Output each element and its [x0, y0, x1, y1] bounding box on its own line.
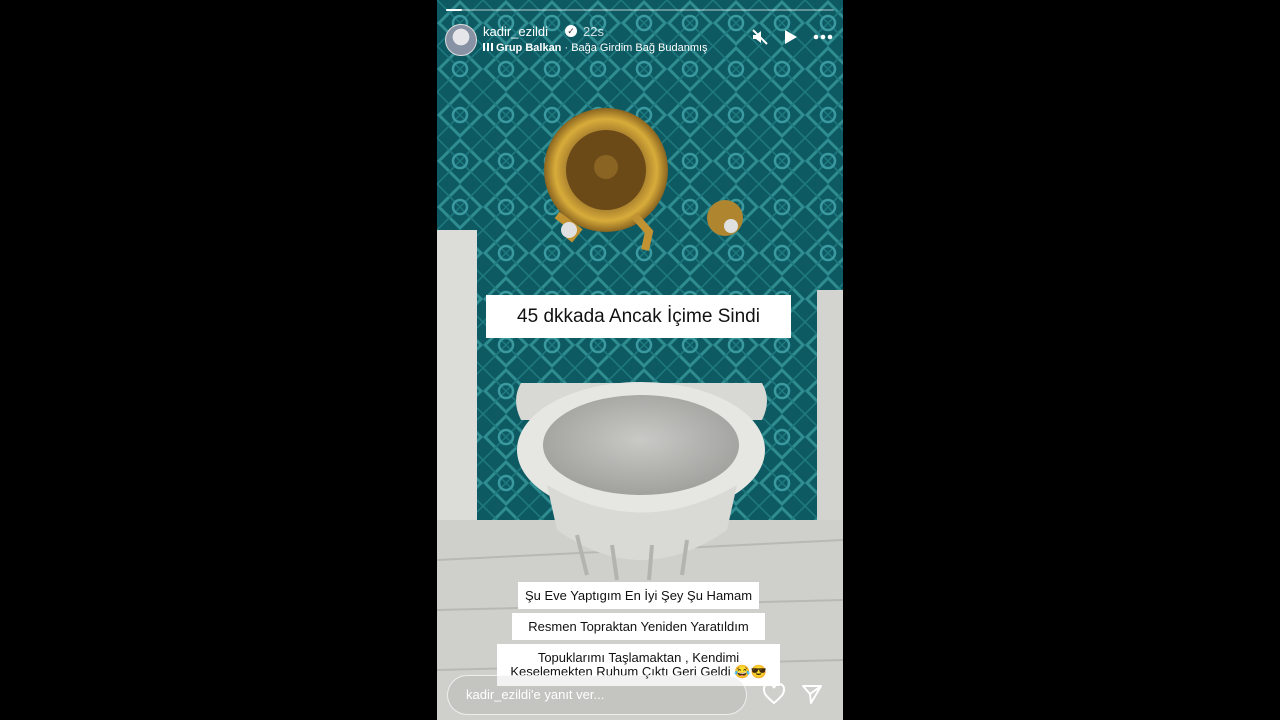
mute-icon[interactable]	[751, 28, 769, 46]
avatar[interactable]	[445, 24, 477, 56]
story-photo	[437, 0, 843, 720]
music-bars-icon	[483, 43, 493, 51]
verified-badge-icon: ✓	[565, 25, 577, 37]
caption-line-1: Şu Eve Yaptıgım En İyi Şey Şu Hamam	[518, 582, 759, 609]
more-icon[interactable]	[813, 34, 833, 40]
main-caption: 45 dkkada Ancak İçime Sindi	[486, 295, 791, 338]
story-header: kadir_ezildi ✓ 22s Grup Balkan · Bağa Gi…	[445, 22, 833, 58]
music-info[interactable]: Grup Balkan · Bağa Girdim Bağ Budanmış	[483, 42, 708, 54]
heart-icon[interactable]	[762, 682, 786, 710]
username[interactable]: kadir_ezildi	[483, 24, 548, 39]
reply-input[interactable]: kadir_ezildi'e yanıt ver...	[447, 675, 747, 715]
music-artist: Grup Balkan	[496, 42, 562, 54]
play-icon[interactable]	[783, 28, 799, 46]
story-progress-bar	[446, 9, 834, 11]
caption-line-3a: Topuklarımı Taşlamaktan , Kendimi	[537, 650, 740, 665]
share-icon[interactable]	[801, 683, 823, 710]
caption-line-2: Resmen Topraktan Yeniden Yaratıldım	[512, 613, 765, 640]
story-progress-fill	[446, 9, 462, 11]
post-time: 22s	[583, 24, 604, 39]
story-viewer[interactable]: kadir_ezildi ✓ 22s Grup Balkan · Bağa Gi…	[437, 0, 843, 720]
music-song: Bağa Girdim Bağ Budanmış	[571, 42, 708, 54]
